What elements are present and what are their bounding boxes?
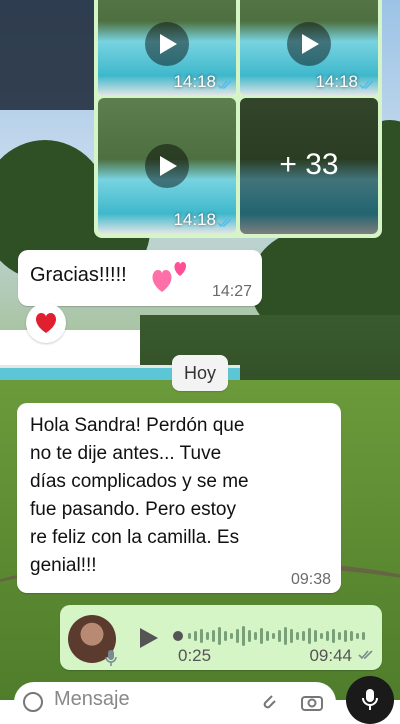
incoming-message[interactable]: Gracias!!!!! 14:27 <box>18 250 262 306</box>
message-time: 09:44 <box>309 646 352 665</box>
mic-icon <box>105 650 117 666</box>
video-thumbnail[interactable]: 14:18 <box>98 0 236 96</box>
mic-icon <box>362 689 378 710</box>
play-icon[interactable] <box>138 626 160 650</box>
play-icon[interactable] <box>287 22 331 67</box>
message-time: 14:27 <box>211 283 252 300</box>
message-time: 14:18 <box>315 72 358 91</box>
more-media-thumbnail[interactable]: + 33 <box>240 98 378 234</box>
camera-icon[interactable] <box>300 692 324 712</box>
message-time: 14:18 <box>173 72 216 91</box>
read-check-icon <box>359 80 374 90</box>
read-check-icon <box>358 650 373 660</box>
date-divider: Hoy <box>172 355 228 391</box>
message-composer[interactable]: Mensaje <box>14 682 336 722</box>
message-text: Gracias!!!!! <box>30 264 127 286</box>
video-thumbnail[interactable]: 14:18 <box>98 98 236 234</box>
red-heart-icon <box>36 313 56 333</box>
attach-icon[interactable] <box>258 690 278 712</box>
play-icon[interactable] <box>145 144 189 188</box>
media-gallery-message[interactable]: 14:18 14:18 14:18 + 33 <box>94 0 382 238</box>
message-time: 14:18 <box>173 210 216 229</box>
read-check-icon <box>217 218 232 228</box>
reaction-badge[interactable] <box>26 303 66 343</box>
play-icon[interactable] <box>145 22 189 67</box>
record-voice-button[interactable] <box>346 676 394 724</box>
incoming-message[interactable]: Hola Sandra! Perdón que no te dije antes… <box>17 403 341 593</box>
voice-message[interactable]: 0:25 09:44 <box>60 605 382 670</box>
message-text: Hola Sandra! Perdón que no te dije antes… <box>30 415 249 576</box>
video-thumbnail[interactable]: 14:18 <box>240 0 378 96</box>
message-time: 09:38 <box>290 571 331 588</box>
more-media-count: + 33 <box>279 148 339 181</box>
read-check-icon <box>217 80 232 90</box>
voice-duration: 0:25 <box>178 646 212 665</box>
two-hearts-icon <box>152 262 187 292</box>
emoji-icon[interactable] <box>22 691 44 713</box>
